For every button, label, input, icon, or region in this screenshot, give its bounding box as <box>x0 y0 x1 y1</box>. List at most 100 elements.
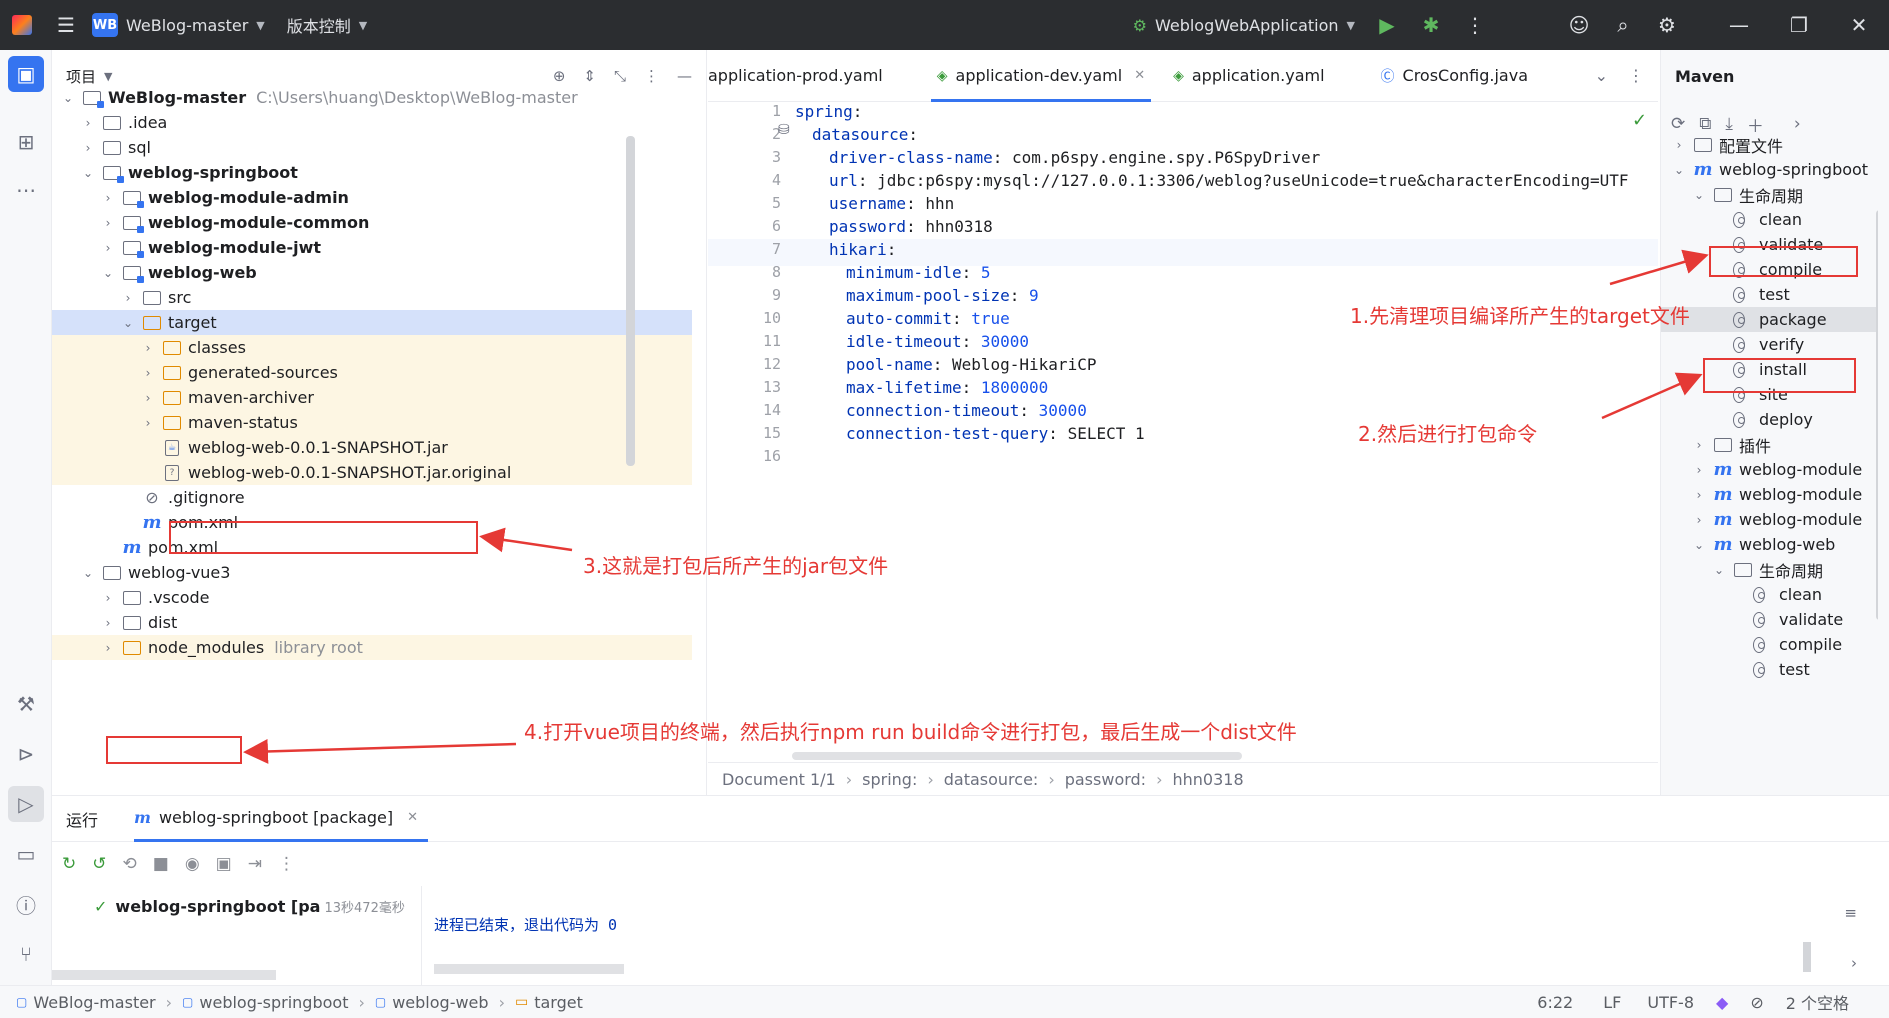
tree-item-maven-archiver[interactable]: › maven-archiver <box>52 385 692 410</box>
maven-item-package[interactable]: package <box>1661 307 1876 332</box>
expand-all-icon[interactable]: ⇕ <box>583 67 596 85</box>
restore-icon[interactable]: ❐ <box>1769 0 1829 50</box>
chevron-right-icon[interactable]: › <box>100 591 116 605</box>
structure-tool-icon[interactable]: ⊞ <box>8 124 44 160</box>
debug-icon[interactable]: ✱ <box>1409 0 1453 50</box>
maven-item-deploy[interactable]: deploy <box>1661 407 1876 432</box>
main-menu-icon[interactable]: ☰ <box>44 0 88 50</box>
database-gutter-icon[interactable]: ⛁ <box>778 122 790 138</box>
project-panel-title[interactable]: 项目 <box>66 66 96 87</box>
chevron-right-icon[interactable]: › <box>80 116 96 130</box>
maven-item-weblog-module[interactable]: › m weblog-module <box>1661 482 1876 507</box>
problems-tool-icon[interactable]: ⓘ <box>8 886 44 922</box>
console-output[interactable]: 进程已结束，退出代码为 0 <box>434 914 617 935</box>
app-logo-icon[interactable] <box>0 0 44 50</box>
restart-icon[interactable]: ⟲ <box>123 854 137 874</box>
caret-position[interactable]: 6:22 <box>1537 993 1573 1012</box>
indent-setting[interactable]: 2 个空格 <box>1786 990 1849 1014</box>
tree-item-sql[interactable]: › sql <box>52 135 692 160</box>
chevron-down-icon[interactable]: ⌄ <box>1671 163 1687 177</box>
chevron-right-icon[interactable]: › <box>1691 438 1707 452</box>
maven-item--[interactable]: › 配置文件 <box>1661 132 1876 157</box>
chevron-right-icon[interactable]: › <box>100 191 116 205</box>
collapse-all-icon[interactable]: ⤡ <box>614 67 626 85</box>
console-hscrollbar[interactable] <box>434 964 624 974</box>
line-separator[interactable]: LF <box>1603 993 1621 1012</box>
chevron-right-icon[interactable]: › <box>140 391 156 405</box>
run-icon[interactable]: ▶ <box>1365 0 1409 50</box>
tree-item-src[interactable]: › src <box>52 285 692 310</box>
maven-item-weblog-module[interactable]: › m weblog-module <box>1661 507 1876 532</box>
status-crumb[interactable]: weblog-web <box>392 993 488 1012</box>
tree-item-classes[interactable]: › classes <box>52 335 692 360</box>
settings-icon[interactable]: ⚙ <box>1645 0 1689 50</box>
tree-item--gitignore[interactable]: ⊘ .gitignore <box>52 485 692 510</box>
tab-crosconfig[interactable]: Ⓒ CrosConfig.java <box>1367 50 1542 102</box>
terminal-tool-icon[interactable]: ▭ <box>8 836 44 872</box>
stop-icon[interactable]: ■ <box>153 854 169 874</box>
more-tools-icon[interactable]: ⋯ <box>8 172 44 208</box>
maven-item-weblog-springboot[interactable]: ⌄ m weblog-springboot <box>1661 157 1876 182</box>
close-tab-icon[interactable]: ✕ <box>407 810 418 825</box>
generate-sources-icon[interactable]: ⧉ <box>1699 114 1711 134</box>
tree-item-target[interactable]: ⌄ target <box>52 310 692 335</box>
maven-item--[interactable]: ⌄ 生命周期 <box>1661 182 1876 207</box>
more-icon[interactable]: ⋮ <box>278 854 295 874</box>
maven-item-weblog-web[interactable]: ⌄ m weblog-web <box>1661 532 1876 557</box>
build-tool-icon[interactable]: ⚒ <box>8 686 44 722</box>
reload-icon[interactable]: ⟳ <box>1671 114 1685 134</box>
chevron-down-icon[interactable]: ⌄ <box>1691 538 1707 552</box>
search-icon[interactable]: ⌕ <box>1601 0 1645 50</box>
chevron-right-icon[interactable]: › <box>100 641 116 655</box>
inspection-ok-icon[interactable]: ✓ <box>1632 110 1647 131</box>
run-config-tab[interactable]: m weblog-springboot [package] ✕ <box>134 796 429 842</box>
maven-item-verify[interactable]: verify <box>1661 332 1876 357</box>
chevron-right-icon[interactable]: › <box>120 291 136 305</box>
tabs-more-icon[interactable]: ⋮ <box>1628 66 1644 85</box>
maven-item-clean[interactable]: clean <box>1661 582 1876 607</box>
git-tool-icon[interactable]: ⑂ <box>8 936 44 972</box>
maven-item-test[interactable]: test <box>1661 282 1876 307</box>
maven-item-test[interactable]: test <box>1661 657 1876 682</box>
chevron-right-icon[interactable]: › <box>1691 463 1707 477</box>
project-vscrollbar[interactable] <box>626 136 635 466</box>
chevron-right-icon[interactable]: › <box>140 416 156 430</box>
status-crumb[interactable]: WeBlog-master <box>33 993 155 1012</box>
maven-item-clean[interactable]: clean <box>1661 207 1876 232</box>
vcs-menu[interactable]: 版本控制 ▼ <box>287 0 367 50</box>
tree-item-weblog-module-common[interactable]: › weblog-module-common <box>52 210 692 235</box>
maven-item--[interactable]: ⌄ 生命周期 <box>1661 557 1876 582</box>
breadcrumb-item[interactable]: Document 1/1 <box>722 770 836 789</box>
tree-item--idea[interactable]: › .idea <box>52 110 692 135</box>
tree-item-generated-sources[interactable]: › generated-sources <box>52 360 692 385</box>
scroll-end-icon[interactable]: › <box>1851 954 1857 972</box>
hide-icon[interactable]: — <box>677 67 692 85</box>
breadcrumb-item[interactable]: datasource: <box>944 770 1039 789</box>
run-config-selector[interactable]: ⚙ WeblogWebApplication ▼ <box>1133 0 1355 50</box>
locate-icon[interactable]: ⊕ <box>553 67 566 85</box>
chevron-right-icon[interactable]: › <box>140 366 156 380</box>
editor-hscrollbar[interactable] <box>792 752 1242 760</box>
tree-item-node-modules[interactable]: › node_modules library root <box>52 635 692 660</box>
screenshot-icon[interactable]: ▣ <box>216 854 232 874</box>
more-icon[interactable]: ⋮ <box>1453 0 1497 50</box>
status-crumb[interactable]: target <box>534 993 583 1012</box>
run-tool-icon[interactable]: ▷ <box>8 786 44 822</box>
run-tree-hscrollbar[interactable] <box>52 970 276 980</box>
download-icon[interactable]: ⤓ <box>1725 114 1733 134</box>
tabs-dropdown-icon[interactable]: ⌄ <box>1595 66 1608 85</box>
chevron-down-icon[interactable]: ⌄ <box>100 266 116 280</box>
add-user-icon[interactable]: ☺ <box>1557 0 1601 50</box>
run-tree-item[interactable]: ✓ weblog-springboot [pa 13秒472毫秒 <box>52 886 421 926</box>
tab-application[interactable]: ◈ application.yaml <box>1159 50 1338 102</box>
chevron-down-icon[interactable]: ⌄ <box>80 566 96 580</box>
chevron-down-icon[interactable]: ⌄ <box>120 316 136 330</box>
tree-item-weblog-web[interactable]: ⌄ weblog-web <box>52 260 692 285</box>
tree-item-weblog-module-admin[interactable]: › weblog-module-admin <box>52 185 692 210</box>
chevron-right-icon[interactable]: › <box>100 216 116 230</box>
file-encoding[interactable]: UTF-8 <box>1647 993 1694 1012</box>
console-vscrollbar[interactable] <box>1803 942 1811 972</box>
options-icon[interactable]: ⋮ <box>644 67 659 85</box>
maven-item-compile[interactable]: compile <box>1661 632 1876 657</box>
chevron-right-icon[interactable]: › <box>1794 114 1801 134</box>
